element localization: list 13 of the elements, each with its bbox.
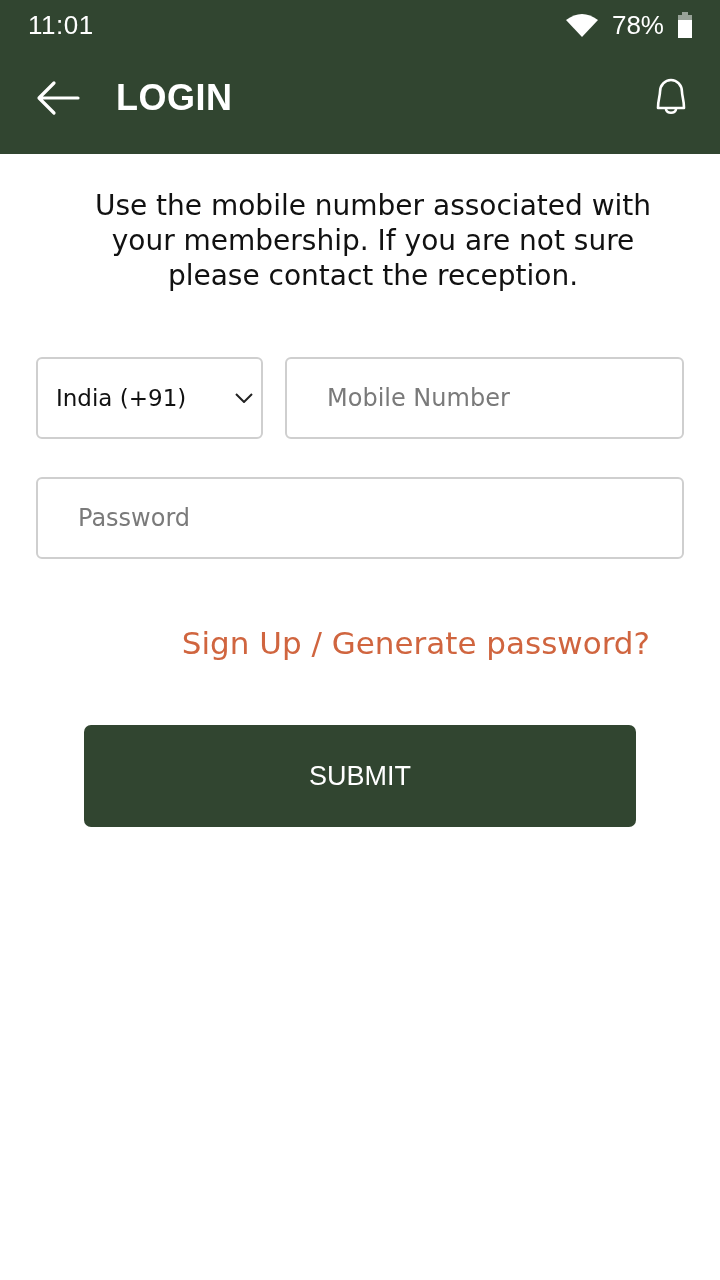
wifi-icon [565, 13, 598, 37]
caret-icon [235, 393, 253, 403]
battery-percent: 78% [611, 9, 664, 41]
country-select[interactable]: India (+91) [36, 357, 263, 439]
back-icon[interactable] [36, 80, 80, 116]
screen-title: LOGIN [116, 77, 234, 119]
sign-up-link[interactable]: Sign Up / Generate password? [181, 625, 650, 661]
status-time: 11:01 [28, 9, 95, 41]
battery-icon [678, 12, 692, 38]
instruction-text: Use the mobile number associated with your membership. If you are not sure please contact the reception. [93, 188, 653, 293]
password-field[interactable]: Password [36, 477, 684, 559]
mobile-number-field[interactable]: Mobile Number [285, 357, 684, 439]
submit-button[interactable]: SUBMIT [84, 725, 636, 827]
